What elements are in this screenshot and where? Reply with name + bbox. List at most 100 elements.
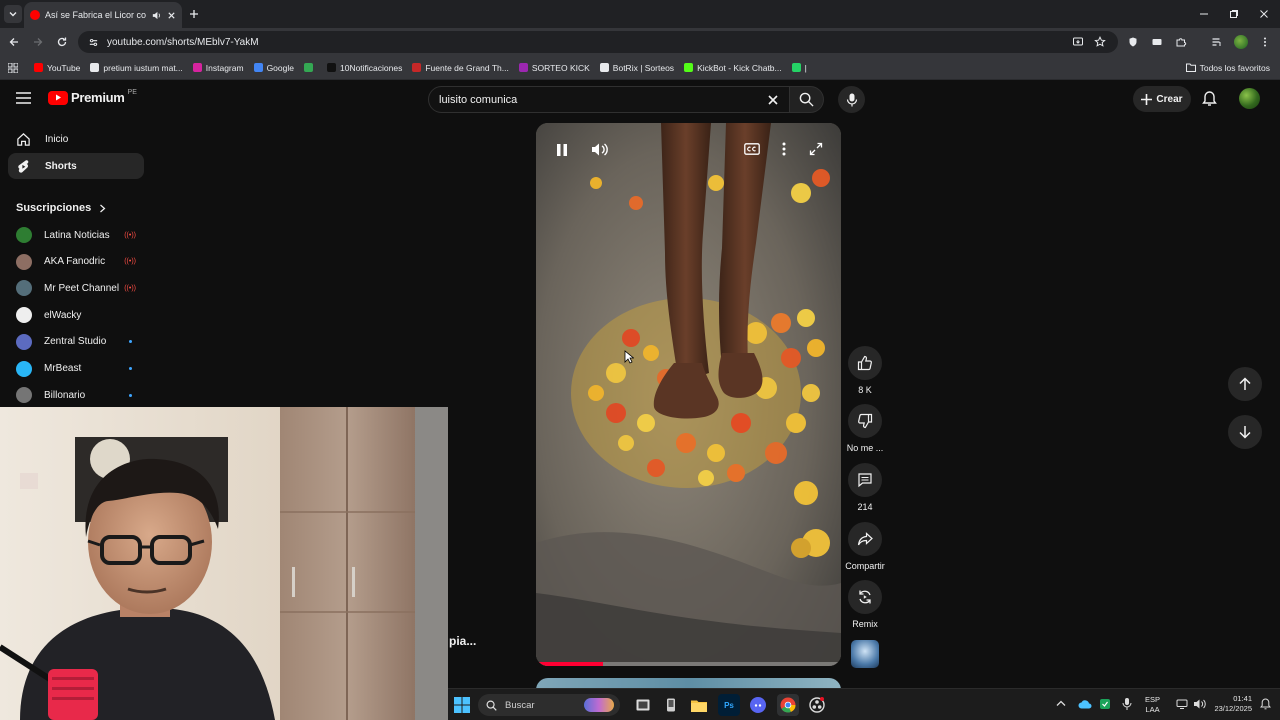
apps-button[interactable] [8,62,18,73]
tray-security-icon[interactable] [1099,698,1111,710]
tray-overflow-button[interactable] [1056,699,1066,707]
previous-short-button[interactable] [1228,367,1262,401]
subscription-item[interactable]: AKA Fanodric ((•)) [16,251,144,273]
tray-volume-icon[interactable] [1193,698,1206,710]
expand-icon [809,142,823,156]
start-button[interactable] [454,697,470,713]
clock-date: 23/12/2025 [1214,704,1252,713]
video-progress-track[interactable] [536,662,841,666]
extension-button-2[interactable] [1149,34,1165,50]
remix-button[interactable] [848,580,882,614]
subscription-item[interactable]: Latina Noticias ((•)) [16,224,144,246]
arrow-right-icon [34,38,43,46]
bookmark-item[interactable]: SORTEO KICK [518,63,590,73]
bookmark-item[interactable]: Fuente de Grand Th... [412,63,509,73]
shorts-video-player[interactable] [536,123,841,666]
clock[interactable]: 01:41 23/12/2025 [1206,694,1252,714]
short-title-fragment[interactable]: pia... [449,634,476,648]
like-button[interactable] [848,346,882,380]
captions-button[interactable] [744,143,760,155]
dislike-button[interactable] [848,404,882,438]
shield-icon [1129,37,1137,47]
sidebar-item-home[interactable]: Inicio [8,126,144,152]
bookmark-favicon-icon [253,63,263,72]
channel-avatar [16,307,32,324]
channel-name: Billonario [44,389,86,401]
tab-search-button[interactable] [4,5,22,23]
install-app-button[interactable] [1070,34,1086,50]
subscription-item[interactable]: Mr Peet Channel ((•)) [16,277,144,299]
tray-microphone-icon[interactable] [1122,697,1132,711]
close-window-button[interactable] [1256,6,1272,22]
bookmark-item[interactable] [303,63,317,72]
chrome-menu-button[interactable] [1257,34,1273,50]
guide-menu-button[interactable] [16,92,31,104]
search-icon [799,92,814,107]
fullscreen-button[interactable] [809,142,823,156]
back-button[interactable] [6,34,22,50]
share-button[interactable] [848,522,882,556]
bookmark-item[interactable]: Google [253,63,294,73]
new-tab-button[interactable] [186,6,202,22]
extensions-menu-button[interactable] [1173,34,1189,50]
search-input[interactable]: luisito comunica [428,86,790,113]
bookmark-label: KickBot - Kick Chatb... [697,62,782,73]
profile-button[interactable] [1233,34,1249,50]
sidebar-item-shorts[interactable]: Shorts [8,153,144,179]
account-avatar-button[interactable] [1239,88,1260,109]
address-bar[interactable]: youtube.com/shorts/MEblv7-YakM [78,31,1118,53]
voice-search-button[interactable] [838,86,865,113]
restore-button[interactable] [1226,6,1242,22]
tray-network-icon[interactable] [1176,698,1188,710]
extension-button[interactable] [1125,34,1141,50]
bookmark-item[interactable]: 10Notificaciones [326,63,402,73]
tray-cloud-icon[interactable] [1078,698,1092,710]
forward-button[interactable] [30,34,46,50]
clear-search-icon[interactable] [767,94,779,106]
taskbar-app-obs[interactable] [806,694,828,716]
all-bookmarks-folder[interactable]: Todos los favoritos [1185,63,1270,73]
bell-icon [1202,91,1217,106]
comments-button[interactable] [848,463,882,497]
bookmark-item[interactable]: Instagram [192,63,244,73]
notifications-button[interactable] [1202,91,1217,107]
bookmark-item[interactable]: | [791,63,807,73]
browser-tab[interactable]: Así se Fabrica el Licor con s [24,2,182,28]
bookmark-item[interactable]: BotRix | Sorteos [599,63,674,73]
bookmark-item[interactable]: YouTube [34,63,80,73]
subscription-item[interactable]: Zentral Studio [16,331,144,353]
subscriptions-header[interactable]: Suscripciones [16,202,106,214]
input-language-indicator[interactable]: ESP LAA [1145,695,1160,715]
search-button[interactable] [790,86,824,113]
taskbar-chrome[interactable] [777,694,799,716]
site-info-icon[interactable] [88,37,99,48]
more-options-button[interactable] [782,142,786,156]
create-button[interactable]: Crear [1133,86,1191,112]
taskbar-discord[interactable] [747,694,769,716]
bookmark-item[interactable]: KickBot - Kick Chatb... [684,63,782,73]
next-short-button[interactable] [1228,415,1262,449]
taskbar-file-explorer[interactable] [688,694,710,716]
volume-button[interactable] [591,142,608,157]
reload-button[interactable] [54,34,70,50]
channel-avatar-button[interactable] [851,640,879,668]
subscription-item[interactable]: MrBeast [16,358,144,380]
notification-center-button[interactable] [1260,698,1271,710]
subscription-item[interactable]: Billonario [16,384,144,406]
remix-label: Remix [852,619,878,629]
bookmark-item[interactable]: pretium iustum mat... [90,63,183,73]
speaker-icon[interactable] [151,10,162,21]
reading-list-button[interactable] [1209,34,1225,50]
taskbar-app-device[interactable] [660,694,682,716]
youtube-premium-logo[interactable]: Premium PE [48,89,137,105]
bookmark-star-button[interactable] [1092,34,1108,50]
taskbar-search[interactable]: Buscar [478,694,620,716]
subscription-item[interactable]: elWacky [16,304,144,326]
taskbar-photoshop[interactable]: Ps [718,694,740,716]
task-view-button[interactable] [632,694,654,716]
pause-button[interactable] [556,143,568,157]
like-action: 8 K [848,346,882,395]
plus-icon [190,10,198,18]
minimize-button[interactable] [1196,6,1212,22]
close-tab-icon[interactable] [167,11,176,20]
